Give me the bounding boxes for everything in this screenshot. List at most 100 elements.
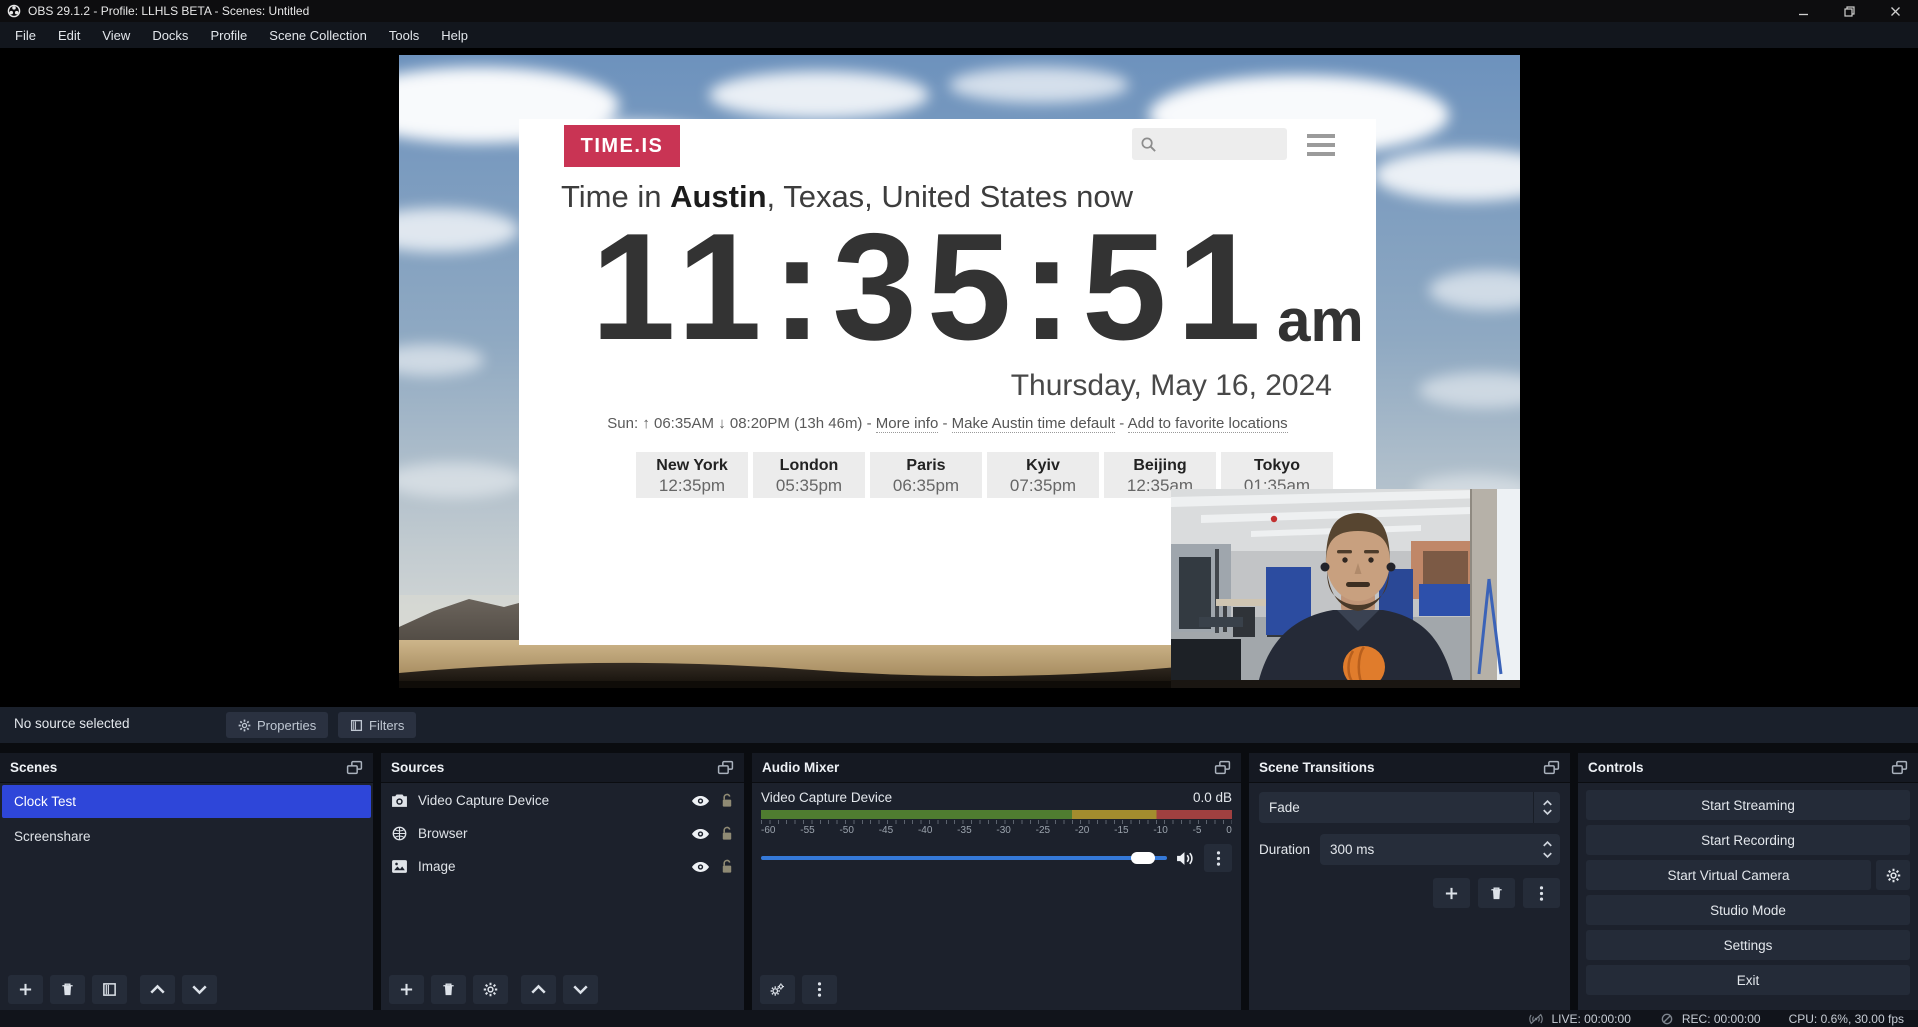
close-button[interactable] [1872, 0, 1918, 22]
remove-source-button[interactable] [431, 975, 466, 1004]
menu-docks[interactable]: Docks [141, 22, 199, 48]
add-scene-button[interactable] [8, 975, 43, 1004]
advanced-audio-button[interactable] [760, 975, 795, 1004]
filter-icon [350, 719, 363, 732]
menu-help[interactable]: Help [430, 22, 479, 48]
globe-icon [391, 826, 408, 841]
city-name: Paris [870, 457, 982, 475]
scale-label: -60 [761, 825, 775, 836]
make-default-link: Make Austin time default [952, 415, 1115, 433]
gear-icon [483, 982, 498, 997]
popout-icon[interactable] [717, 760, 734, 775]
scene-item-screenshare[interactable]: Screenshare [2, 820, 371, 853]
menu-tools[interactable]: Tools [378, 22, 430, 48]
city-time: 07:35pm [987, 476, 1099, 496]
scenes-dock: Scenes Clock Test Screenshare [0, 753, 373, 1010]
world-time-card: New York 12:35pm [636, 452, 748, 498]
more-info-link: More info [876, 415, 939, 433]
popout-icon[interactable] [1543, 760, 1560, 775]
volume-slider-handle[interactable] [1131, 852, 1155, 864]
transitions-header: Scene Transitions [1249, 753, 1570, 783]
exit-button[interactable]: Exit [1586, 965, 1910, 995]
popout-icon[interactable] [1214, 760, 1231, 775]
start-virtual-camera-button[interactable]: Start Virtual Camera [1586, 860, 1871, 890]
sun-info-line: Sun: ↑ 06:35AM ↓ 08:20PM (13h 46m) - Mor… [519, 415, 1376, 432]
controls-dock: Controls Start Streaming Start Recording… [1578, 753, 1918, 1010]
menu-scene-collection[interactable]: Scene Collection [258, 22, 378, 48]
add-transition-button[interactable] [1433, 878, 1470, 908]
lock-icon[interactable] [720, 859, 734, 874]
menu-view[interactable]: View [91, 22, 141, 48]
source-item-video-capture[interactable]: Video Capture Device [381, 785, 744, 816]
dock-row: Scenes Clock Test Screenshare Sources Vi… [0, 753, 1918, 1010]
scale-label: -20 [1075, 825, 1089, 836]
controls-body: Start Streaming Start Recording Start Vi… [1578, 783, 1918, 1010]
transition-menu-button[interactable] [1523, 878, 1560, 908]
remove-scene-button[interactable] [50, 975, 85, 1004]
mixer-menu-button[interactable] [802, 975, 837, 1004]
scene-filters-button[interactable] [92, 975, 127, 1004]
visibility-eye-icon[interactable] [691, 795, 710, 807]
controls-header: Controls [1578, 753, 1918, 783]
move-scene-up-button[interactable] [140, 975, 175, 1004]
sun-times: Sun: ↑ 06:35AM ↓ 08:20PM (13h 46m) [607, 415, 862, 432]
start-recording-button[interactable]: Start Recording [1586, 825, 1910, 855]
world-time-card: Paris 06:35pm [870, 452, 982, 498]
chevron-down-icon [1543, 852, 1552, 858]
rec-time: REC: 00:00:00 [1682, 1012, 1761, 1026]
lock-icon[interactable] [720, 826, 734, 841]
scenes-dock-title: Scenes [10, 760, 57, 775]
move-source-down-button[interactable] [563, 975, 598, 1004]
city-time: 06:35pm [870, 476, 982, 496]
clock-meridiem: am [1277, 291, 1364, 363]
filters-button[interactable]: Filters [338, 712, 416, 738]
source-item-image[interactable]: Image [381, 851, 744, 882]
city-name: Kyiv [987, 457, 1099, 475]
kebab-icon [1211, 851, 1226, 866]
virtual-camera-settings-button[interactable] [1876, 860, 1910, 890]
timeis-search-input [1157, 136, 1272, 152]
no-source-status: No source selected [14, 716, 130, 731]
settings-button[interactable]: Settings [1586, 930, 1910, 960]
scale-label: -25 [1036, 825, 1050, 836]
minimize-button[interactable] [1780, 0, 1826, 22]
move-source-up-button[interactable] [521, 975, 556, 1004]
program-canvas[interactable]: TIME.IS Time in Austin, Texas, United St… [399, 55, 1520, 688]
channel-menu-button[interactable] [1204, 844, 1232, 872]
add-source-button[interactable] [389, 975, 424, 1004]
menu-file[interactable]: File [4, 22, 47, 48]
visibility-eye-icon[interactable] [691, 861, 710, 873]
source-label: Video Capture Device [418, 793, 549, 808]
kebab-icon [1534, 886, 1549, 901]
transition-select[interactable]: Fade [1259, 792, 1560, 823]
dock-separator [0, 743, 1918, 753]
popout-icon[interactable] [346, 760, 363, 775]
source-item-browser[interactable]: Browser [381, 818, 744, 849]
popout-icon[interactable] [1891, 760, 1908, 775]
scene-item-clock-test[interactable]: Clock Test [2, 785, 371, 818]
audio-mixer-title: Audio Mixer [762, 760, 839, 775]
transition-value: Fade [1269, 800, 1300, 815]
source-properties-button[interactable] [473, 975, 508, 1004]
lock-icon[interactable] [720, 793, 734, 808]
menu-profile[interactable]: Profile [199, 22, 258, 48]
volume-slider[interactable] [761, 856, 1167, 860]
cpu-fps-stats: CPU: 0.6%, 30.00 fps [1789, 1012, 1904, 1026]
properties-button[interactable]: Properties [226, 712, 328, 738]
duration-spinner[interactable] [1543, 841, 1552, 858]
meter-tick-marks [761, 820, 1232, 824]
speaker-icon[interactable] [1176, 851, 1195, 866]
remove-transition-button[interactable] [1478, 878, 1515, 908]
source-label: Image [418, 859, 456, 874]
maximize-button[interactable] [1826, 0, 1872, 22]
select-spinner[interactable] [1533, 792, 1560, 823]
start-streaming-button[interactable]: Start Streaming [1586, 790, 1910, 820]
visibility-eye-icon[interactable] [691, 828, 710, 840]
duration-spinbox[interactable]: 300 ms [1320, 834, 1560, 865]
menu-edit[interactable]: Edit [47, 22, 91, 48]
scale-label: -40 [918, 825, 932, 836]
scenes-list: Clock Test Screenshare [0, 783, 373, 968]
title-bar: OBS 29.1.2 - Profile: LLHLS BETA - Scene… [0, 0, 1918, 22]
studio-mode-button[interactable]: Studio Mode [1586, 895, 1910, 925]
move-scene-down-button[interactable] [182, 975, 217, 1004]
